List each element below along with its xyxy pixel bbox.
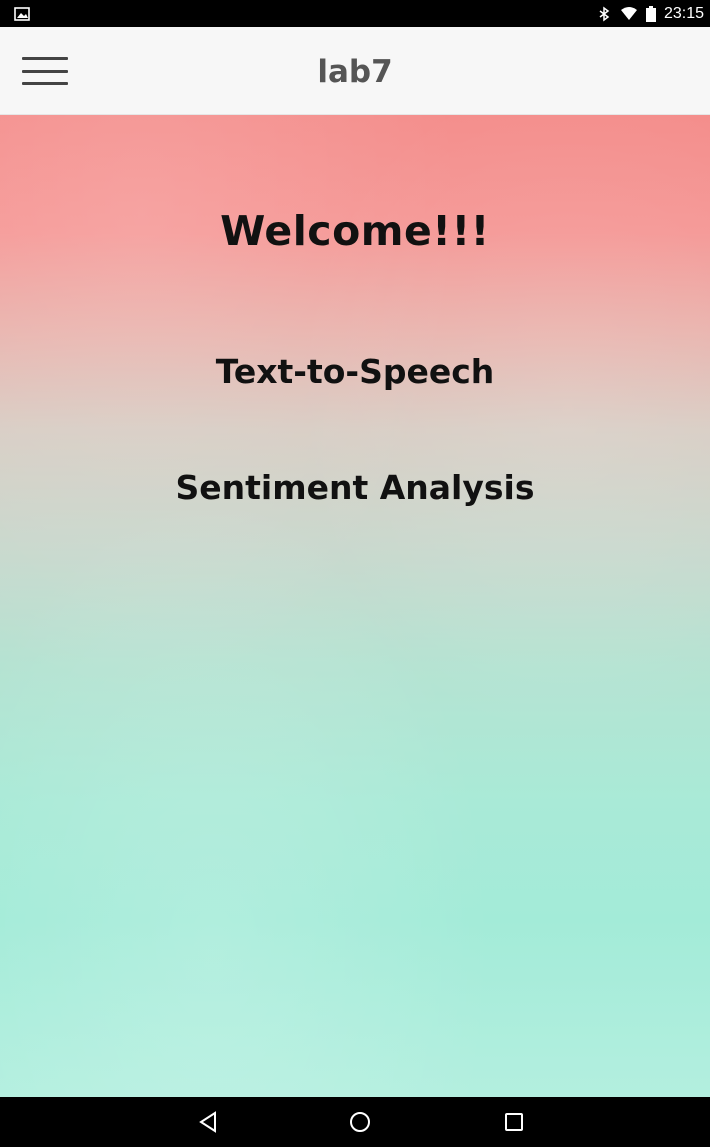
text-to-speech-link[interactable]: Text-to-Speech [0,352,710,391]
battery-icon [645,5,656,22]
status-time: 23:15 [663,4,704,22]
main-content: Welcome!!! Text-to-Speech Sentiment Anal… [0,115,710,1097]
app-bar: lab7 [0,27,710,115]
welcome-heading: Welcome!!! [220,207,490,255]
navigation-bar [0,1097,710,1147]
back-icon[interactable] [196,1110,220,1134]
recent-apps-icon[interactable] [502,1110,526,1134]
sentiment-analysis-link[interactable]: Sentiment Analysis [0,468,710,507]
app-title: lab7 [317,54,393,90]
home-icon[interactable] [348,1110,372,1134]
wifi-icon [620,6,637,20]
image-icon [14,6,30,21]
bluetooth-icon [599,6,610,21]
status-bar: 23:15 [0,0,710,27]
